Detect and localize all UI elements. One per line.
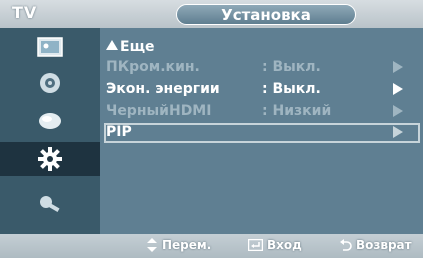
title-pill: Установка (176, 4, 356, 25)
chevron-right-icon (393, 83, 403, 95)
more-row[interactable]: Еще (104, 38, 420, 57)
more-label: Еще (120, 39, 155, 55)
picture-icon (37, 37, 63, 57)
row-value: : Выкл. (262, 81, 321, 97)
category-sidebar (0, 28, 100, 234)
input-icon (40, 196, 60, 212)
move-label: Перем. (162, 238, 212, 252)
enter-hint: Вход (248, 238, 302, 252)
setup-icon (38, 147, 62, 171)
enter-icon (248, 239, 263, 251)
chevron-right-icon (393, 61, 403, 73)
settings-panel: Еще ПКром.кин. : Выкл. Экон. энергии : В… (100, 28, 423, 234)
chevron-right-icon (393, 126, 403, 138)
sidebar-item-sound[interactable] (0, 66, 100, 100)
title-bar: TV Установка (0, 0, 423, 28)
menu-row[interactable]: Экон. энергии : Выкл. (104, 80, 420, 99)
hint-bar: Перем. Вход Возврат (0, 234, 423, 258)
tv-label: TV (12, 3, 38, 22)
sidebar-item-picture[interactable] (0, 30, 100, 64)
menu-row-selected[interactable]: PIP (104, 123, 420, 143)
return-label: Возврат (356, 238, 412, 252)
sound-icon (40, 73, 60, 93)
sidebar-item-channel[interactable] (0, 104, 100, 138)
enter-label: Вход (267, 238, 302, 252)
row-value: : Выкл. (262, 59, 321, 75)
menu-row[interactable]: ПКром.кин. : Выкл. (104, 58, 420, 77)
chevron-right-icon (393, 105, 403, 117)
channel-icon (39, 113, 61, 129)
row-value: : Низкий (262, 103, 332, 119)
row-label: ЧерныйHDMI (106, 103, 212, 119)
return-hint: Возврат (340, 238, 412, 252)
row-label: Экон. энергии (106, 81, 220, 97)
sidebar-item-setup[interactable] (0, 142, 100, 176)
tv-osd-menu: TV Установка Еще ПКром.кин.: Выкл. Экон… (0, 0, 423, 258)
sidebar-item-input[interactable] (0, 186, 100, 220)
row-label: PIP (106, 124, 132, 140)
up-arrow-icon (106, 40, 118, 50)
row-label: ПКром.кин. (106, 59, 200, 75)
menu-row[interactable]: ЧерныйHDMI : Низкий (104, 102, 420, 121)
return-icon (340, 239, 352, 251)
up-down-icon (147, 238, 157, 252)
menu-title: Установка (221, 6, 311, 24)
move-hint: Перем. (146, 238, 211, 252)
